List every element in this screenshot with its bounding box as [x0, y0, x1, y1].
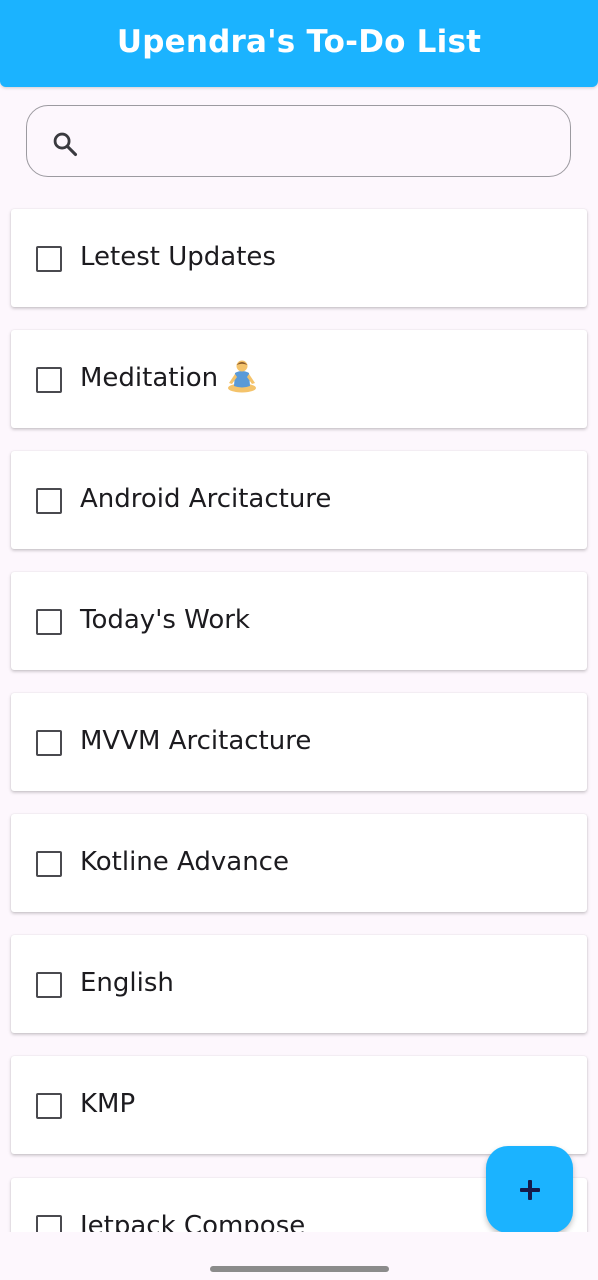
task-item[interactable]: Meditation: [11, 330, 587, 428]
search-input[interactable]: [95, 120, 559, 166]
task-checkbox[interactable]: [36, 609, 62, 635]
task-item[interactable]: Today's Work: [11, 572, 587, 670]
task-label: Jetpack Compose: [80, 1211, 306, 1232]
task-checkbox[interactable]: [36, 730, 62, 756]
task-label: Kotline Advance: [80, 847, 289, 877]
task-checkbox[interactable]: [36, 1093, 62, 1119]
system-navigation-bar: [0, 1232, 598, 1280]
top-app-bar: Upendra's To-Do List: [0, 0, 598, 87]
add-task-button[interactable]: [486, 1146, 573, 1233]
task-label: Android Arcitacture: [80, 484, 332, 514]
task-item[interactable]: MVVM Arcitacture: [11, 693, 587, 791]
search-icon: [53, 132, 78, 157]
task-item[interactable]: Letest Updates: [11, 209, 587, 307]
task-item[interactable]: KMP: [11, 1056, 587, 1154]
search-bar[interactable]: [26, 105, 571, 177]
task-checkbox[interactable]: [36, 972, 62, 998]
person-in-lotus-position-icon: [228, 360, 257, 392]
task-checkbox[interactable]: [36, 1215, 62, 1232]
task-label: Letest Updates: [80, 242, 276, 272]
task-label: Meditation: [80, 363, 219, 393]
task-label: KMP: [80, 1089, 136, 1119]
task-checkbox[interactable]: [36, 488, 62, 514]
task-label: MVVM Arcitacture: [80, 726, 312, 756]
task-item[interactable]: English: [11, 935, 587, 1033]
task-checkbox[interactable]: [36, 246, 62, 272]
task-checkbox[interactable]: [36, 367, 62, 393]
home-indicator[interactable]: [210, 1266, 389, 1272]
task-item[interactable]: Kotline Advance: [11, 814, 587, 912]
task-checkbox[interactable]: [36, 851, 62, 877]
task-label: English: [80, 968, 174, 998]
task-label: Today's Work: [80, 605, 250, 635]
plus-icon: [519, 1179, 540, 1200]
task-list[interactable]: Letest Updates Meditation Android Arcita…: [0, 190, 598, 1232]
task-item[interactable]: Android Arcitacture: [11, 451, 587, 549]
app-title: Upendra's To-Do List: [116, 23, 482, 60]
task-label-wrapper: Meditation: [80, 360, 258, 396]
